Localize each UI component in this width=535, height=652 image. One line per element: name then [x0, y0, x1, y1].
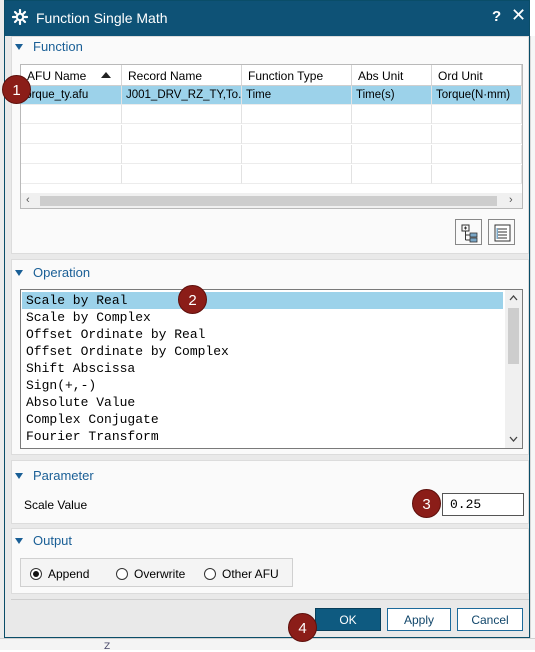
- operation-item-offset-ordinate-by-complex[interactable]: Offset Ordinate by Complex: [22, 343, 503, 360]
- expand-tree-icon: [461, 224, 478, 243]
- output-section-header[interactable]: Output: [15, 533, 72, 549]
- vertical-scroll-thumb[interactable]: [508, 308, 519, 364]
- callout-badge-1: 1: [2, 75, 31, 104]
- dialog-title: Function Single Math: [36, 10, 168, 26]
- apply-button[interactable]: Apply: [387, 608, 451, 631]
- scroll-left-icon[interactable]: ‹: [26, 194, 30, 206]
- cancel-button[interactable]: Cancel: [457, 608, 523, 631]
- column-header-function-type[interactable]: Function Type: [242, 65, 352, 86]
- ok-button[interactable]: OK: [315, 608, 381, 631]
- cell-abs-unit: Time(s): [352, 86, 432, 105]
- scroll-up-icon[interactable]: [509, 295, 518, 301]
- operation-item-scale-by-complex[interactable]: Scale by Complex: [22, 309, 503, 326]
- table-row-empty[interactable]: [21, 145, 522, 164]
- column-header-afu-name[interactable]: AFU Name: [21, 65, 122, 86]
- other-afu-radio[interactable]: [204, 568, 216, 580]
- horizontal-scroll-thumb[interactable]: [40, 196, 497, 206]
- operation-list[interactable]: Scale by Real Scale by Complex Offset Or…: [20, 289, 523, 449]
- title-bar[interactable]: Function Single Math ? ✕: [5, 1, 529, 36]
- table-row-empty[interactable]: [21, 165, 522, 184]
- other-afu-label[interactable]: Other AFU: [222, 567, 279, 581]
- operation-section-header[interactable]: Operation: [15, 265, 90, 281]
- parameter-section-header[interactable]: Parameter: [15, 468, 94, 484]
- scale-value-label: Scale Value: [24, 498, 88, 512]
- table-row[interactable]: torque_ty.afu J001_DRV_RZ_TY,To... Time …: [21, 86, 522, 105]
- gear-icon: [12, 9, 28, 25]
- background-app-edge-right: [530, 36, 535, 638]
- cell-afu-name: torque_ty.afu: [21, 86, 122, 105]
- column-header-abs-unit[interactable]: Abs Unit: [352, 65, 432, 86]
- help-button[interactable]: ?: [492, 8, 501, 25]
- scroll-right-icon[interactable]: ›: [509, 194, 513, 206]
- operation-item-absolute-value[interactable]: Absolute Value: [22, 394, 503, 411]
- sort-ascending-icon: [101, 72, 111, 78]
- output-radio-group: Append Overwrite Other AFU: [20, 558, 293, 587]
- table-row-empty[interactable]: [21, 125, 522, 144]
- callout-badge-4: 4: [288, 613, 317, 642]
- cell-record-name: J001_DRV_RZ_TY,To...: [122, 86, 242, 105]
- operation-item-scale-by-real[interactable]: Scale by Real: [22, 292, 503, 309]
- operation-item-sign[interactable]: Sign(+,-): [22, 377, 503, 394]
- overwrite-label[interactable]: Overwrite: [134, 567, 185, 581]
- callout-badge-3: 3: [412, 489, 441, 518]
- close-button[interactable]: ✕: [511, 6, 526, 24]
- vertical-scrollbar[interactable]: [505, 290, 522, 448]
- operation-item-complex-conjugate[interactable]: Complex Conjugate: [22, 411, 503, 428]
- scale-value-input[interactable]: 0.25: [442, 493, 524, 516]
- overwrite-radio[interactable]: [116, 568, 128, 580]
- callout-badge-2: 2: [178, 285, 207, 314]
- operation-item-offset-ordinate-by-real[interactable]: Offset Ordinate by Real: [22, 326, 503, 343]
- background-app-strip: Z: [0, 638, 535, 652]
- operation-item-shift-abscissa[interactable]: Shift Abscissa: [22, 360, 503, 377]
- scroll-down-icon[interactable]: [509, 436, 518, 442]
- cell-function-type: Time: [242, 86, 352, 105]
- append-label[interactable]: Append: [48, 567, 89, 581]
- column-header-record-name[interactable]: Record Name: [122, 65, 242, 86]
- collapse-triangle-icon: [15, 537, 23, 544]
- function-section-header[interactable]: Function: [15, 39, 83, 55]
- cell-ord-unit: Torque(N·mm): [432, 86, 522, 105]
- afu-table[interactable]: AFU Name Record Name Function Type Abs U…: [20, 64, 523, 209]
- operation-item-fourier-transform[interactable]: Fourier Transform: [22, 428, 503, 445]
- function-single-math-dialog: Function Single Math ? ✕ Function AFU Na…: [4, 0, 530, 638]
- column-header-ord-unit[interactable]: Ord Unit: [432, 65, 522, 86]
- list-details-button[interactable]: [488, 219, 515, 245]
- horizontal-scrollbar[interactable]: ‹ ›: [21, 193, 522, 208]
- list-details-icon: [494, 224, 511, 242]
- expand-tree-button[interactable]: [455, 219, 482, 245]
- collapse-triangle-icon: [15, 472, 23, 479]
- collapse-triangle-icon: [15, 269, 23, 276]
- collapse-triangle-icon: [15, 43, 23, 50]
- table-row-empty[interactable]: [21, 105, 522, 124]
- background-glyph: Z: [104, 642, 111, 652]
- footer-divider: [11, 599, 529, 600]
- append-radio[interactable]: [30, 568, 42, 580]
